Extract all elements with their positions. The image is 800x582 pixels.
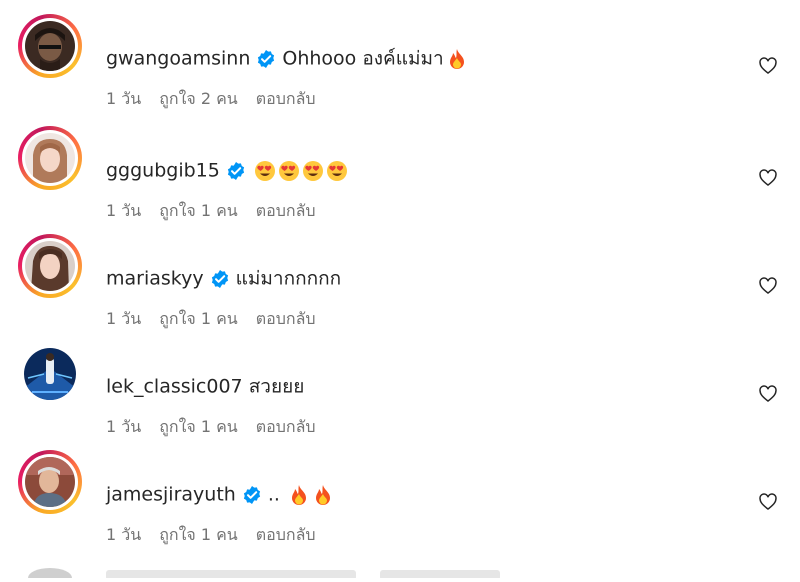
username[interactable]: jamesjirayuth (106, 484, 236, 506)
avatar[interactable] (18, 234, 82, 298)
verified-badge-icon (243, 485, 260, 504)
fire-emoji-icon (291, 484, 306, 505)
avatar[interactable] (18, 342, 82, 406)
comment-text: Ohhooo องค์แม่มา (282, 47, 444, 70)
username[interactable]: gwangoamsinn (106, 48, 250, 70)
heart-eyes-emoji-icon (278, 160, 299, 181)
like-count[interactable]: ถูกใจ 2 คน (159, 89, 238, 108)
comment-item: gggubgib15 1 วัน ถูกใจ 1 คน ตอบกลับ (0, 126, 800, 234)
comment-text: .. (267, 483, 280, 506)
comment-item: gwangoamsinn Ohhooo องค์แม่มา 1 วัน ถูกใจ … (0, 14, 800, 122)
heart-outline-icon[interactable] (758, 276, 778, 296)
comment-item: lek_classic007 สวยยย 1 วัน ถูกใจ 1 คน ตอบก… (0, 342, 800, 450)
verified-badge-icon (227, 161, 244, 180)
reply-button[interactable]: ตอบกลับ (256, 201, 316, 220)
reply-button[interactable]: ตอบกลับ (256, 525, 316, 544)
avatar[interactable] (18, 450, 82, 514)
comment-time: 1 วัน (106, 417, 142, 436)
like-count[interactable]: ถูกใจ 1 คน (159, 309, 238, 328)
heart-outline-icon[interactable] (758, 492, 778, 512)
comment-time: 1 วัน (106, 201, 142, 220)
fire-emoji-icon (315, 484, 330, 505)
like-count[interactable]: ถูกใจ 1 คน (159, 417, 238, 436)
avatar[interactable] (18, 14, 82, 78)
comment-time: 1 วัน (106, 309, 142, 328)
comment-time: 1 วัน (106, 89, 142, 108)
comment-item: jamesjirayuth.. 1 วัน ถูกใจ 1 คน ตอบกลับ (0, 450, 800, 558)
partial-avatar (28, 568, 500, 582)
comment-item: mariaskyy แม่มากกกกก 1 วัน ถูกใจ 1 คน ตอบกล… (0, 234, 800, 342)
heart-outline-icon[interactable] (758, 384, 778, 404)
username[interactable]: lek_classic007 (106, 376, 243, 398)
verified-badge-icon (258, 49, 275, 68)
avatar[interactable] (18, 126, 82, 190)
like-count[interactable]: ถูกใจ 1 คน (159, 525, 238, 544)
comment-text: สวยยย (248, 375, 305, 398)
next-comment-partial (0, 558, 800, 582)
like-count[interactable]: ถูกใจ 1 คน (159, 201, 238, 220)
heart-eyes-emoji-icon (326, 160, 347, 181)
comment-text: แม่มากกกกก (235, 267, 342, 290)
reply-button[interactable]: ตอบกลับ (256, 417, 316, 436)
reply-button[interactable]: ตอบกลับ (256, 89, 316, 108)
reply-button[interactable]: ตอบกลับ (256, 309, 316, 328)
fire-emoji-icon (449, 48, 464, 69)
heart-eyes-emoji-icon (302, 160, 323, 181)
heart-outline-icon[interactable] (758, 168, 778, 188)
heart-outline-icon[interactable] (758, 56, 778, 76)
comment-time: 1 วัน (106, 525, 142, 544)
verified-badge-icon (211, 269, 228, 288)
username[interactable]: mariaskyy (106, 268, 204, 290)
username[interactable]: gggubgib15 (106, 160, 220, 182)
heart-eyes-emoji-icon (254, 160, 275, 181)
